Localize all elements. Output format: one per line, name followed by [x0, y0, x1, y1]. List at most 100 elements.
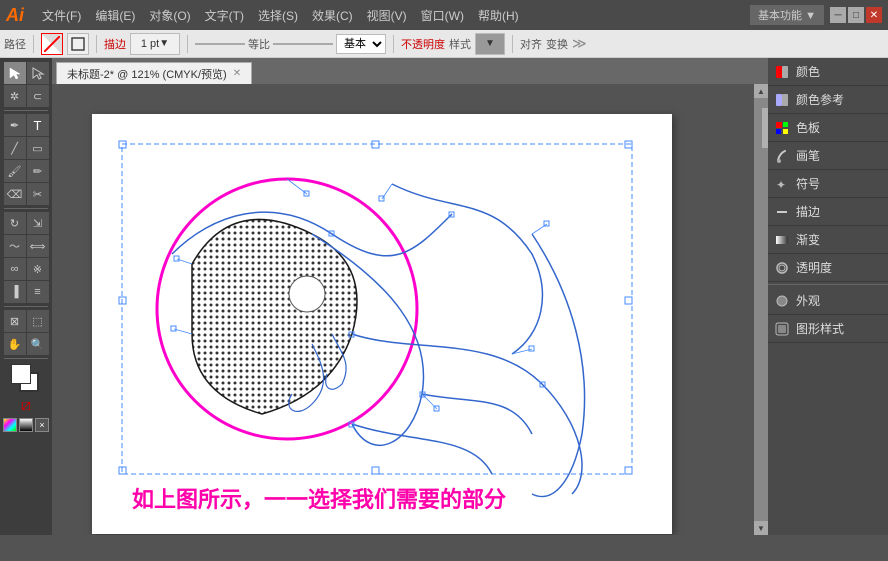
zoom-tool[interactable]: 🔍: [27, 333, 49, 355]
tab-label: 未标题-2* @ 121% (CMYK/预览): [67, 66, 227, 82]
stroke-color-swatch[interactable]: [41, 33, 63, 55]
style-dropdown[interactable]: ▼: [475, 33, 505, 55]
stroke-icon: [774, 204, 790, 220]
menu-effect[interactable]: 效果(C): [306, 5, 359, 26]
select-tool[interactable]: [4, 62, 26, 84]
tool-row-10: ▐ ≡: [4, 281, 49, 303]
opacity-label[interactable]: 不透明度: [401, 36, 445, 52]
hand-tool[interactable]: ✋: [4, 333, 26, 355]
panel-color-ref-label: 颜色参考: [796, 91, 844, 108]
tool-row-1: [4, 62, 49, 84]
none-swatch[interactable]: ⧄: [21, 397, 31, 415]
transform-label: 变换: [546, 36, 568, 52]
panel-appearance[interactable]: 外观: [768, 287, 888, 315]
color-swatch-stack: [11, 364, 41, 394]
color-mode-button[interactable]: [3, 418, 17, 432]
menu-view[interactable]: 视图(V): [361, 5, 413, 26]
gradient-icon: [774, 232, 790, 248]
tool-row-4: ╱ ▭: [4, 137, 49, 159]
toolbar-sep-1: [33, 35, 34, 53]
scroll-up-button[interactable]: ▲: [754, 84, 768, 98]
panel-symbols[interactable]: ✦ 符号: [768, 170, 888, 198]
menu-text[interactable]: 文字(T): [199, 5, 250, 26]
menu-edit[interactable]: 编辑(E): [89, 5, 141, 26]
rect-tool[interactable]: ▭: [27, 137, 49, 159]
bar-chart-tool[interactable]: ≡: [27, 281, 49, 303]
maximize-button[interactable]: □: [848, 7, 864, 23]
shape-button[interactable]: [67, 33, 89, 55]
rotate-tool[interactable]: ↻: [4, 212, 26, 234]
appearance-icon: [774, 293, 790, 309]
tab-close-icon[interactable]: ✕: [233, 68, 241, 79]
workspace-button[interactable]: 基本功能 ▼: [750, 5, 824, 25]
direct-select-tool[interactable]: [27, 62, 49, 84]
fill-swatch[interactable]: [11, 364, 31, 384]
graphic-styles-icon: [774, 321, 790, 337]
blend-tool[interactable]: ∞: [4, 258, 26, 280]
panel-graphic-styles-label: 图形样式: [796, 320, 844, 337]
stroke-line-preview2: [273, 43, 333, 45]
panel-gradient[interactable]: 渐变: [768, 226, 888, 254]
panel-icon-right: ≫: [572, 35, 587, 52]
toolbar: 路径 描边 1 pt ▼ 等比 基本 不透明度 样式 ▼ 对齐 变换 ≫: [0, 30, 888, 58]
scissors-tool[interactable]: ✂: [27, 183, 49, 205]
panel-divider: [768, 284, 888, 285]
window-buttons: ─ □ ✕: [830, 7, 882, 23]
stroke-style-area: 等比 基本: [195, 34, 386, 54]
scale-tool[interactable]: ⇲: [27, 212, 49, 234]
main-layout: ✲ ⊂ ✒ T ╱ ▭ 🖌 ✏ ⌫ ✂ ↻ ⇲ 〜 ⟺ ∞: [0, 58, 888, 535]
warp-tool[interactable]: 〜: [4, 235, 26, 257]
tab-bar: 未标题-2* @ 121% (CMYK/预览) ✕: [52, 58, 768, 84]
panel-transparency[interactable]: 透明度: [768, 254, 888, 282]
stroke-base-select[interactable]: 基本: [336, 34, 386, 54]
menu-file[interactable]: 文件(F): [36, 5, 87, 26]
vertical-scrollbar[interactable]: ▲ ▼: [754, 84, 768, 535]
type-tool[interactable]: T: [27, 114, 49, 136]
tool-row-3: ✒ T: [4, 114, 49, 136]
document-tab[interactable]: 未标题-2* @ 121% (CMYK/预览) ✕: [56, 62, 252, 84]
panel-graphic-styles[interactable]: 图形样式: [768, 315, 888, 343]
line-tool[interactable]: ╱: [4, 137, 26, 159]
canvas-inner: 如上图所示，一一选择我们需要的部分: [52, 84, 768, 535]
panel-color[interactable]: 颜色: [768, 58, 888, 86]
lasso-tool[interactable]: ⊂: [27, 85, 49, 107]
symbol-tool[interactable]: ※: [27, 258, 49, 280]
close-button[interactable]: ✕: [866, 7, 882, 23]
menu-window[interactable]: 窗口(W): [415, 5, 470, 26]
panel-swatches-label: 色板: [796, 119, 820, 136]
pencil-tool[interactable]: ✏: [27, 160, 49, 182]
menu-object[interactable]: 对象(O): [143, 5, 196, 26]
menu-select[interactable]: 选择(S): [252, 5, 304, 26]
color-icon: [774, 64, 790, 80]
panel-color-label: 颜色: [796, 63, 820, 80]
color-ref-icon: [774, 92, 790, 108]
stroke-size-dropdown[interactable]: 1 pt ▼: [130, 33, 180, 55]
artboard-tool[interactable]: ⬚: [27, 310, 49, 332]
slice-tool[interactable]: ⊠: [4, 310, 26, 332]
color-mode-btns: ×: [3, 418, 49, 432]
panel-brushes[interactable]: 画笔: [768, 142, 888, 170]
canvas-scroll[interactable]: 如上图所示，一一选择我们需要的部分 ▲ ▼: [52, 84, 768, 535]
tool-row-6: ⌫ ✂: [4, 183, 49, 205]
stroke-label[interactable]: 描边: [104, 36, 126, 52]
panel-color-ref[interactable]: 颜色参考: [768, 86, 888, 114]
none-mode-button[interactable]: ×: [35, 418, 49, 432]
panel-swatches[interactable]: 色板: [768, 114, 888, 142]
gradient-mode-button[interactable]: [19, 418, 33, 432]
pen-tool[interactable]: ✒: [4, 114, 26, 136]
toolbar-sep-2: [96, 35, 97, 53]
brush-tool[interactable]: 🖌: [4, 160, 26, 182]
scroll-down-button[interactable]: ▼: [754, 521, 768, 535]
panel-stroke[interactable]: 描边: [768, 198, 888, 226]
minimize-button[interactable]: ─: [830, 7, 846, 23]
eraser-tool[interactable]: ⌫: [4, 183, 26, 205]
menu-help[interactable]: 帮助(H): [472, 5, 525, 26]
tool-sep-3: [4, 306, 48, 307]
scroll-thumb[interactable]: [762, 108, 768, 148]
magic-wand-tool[interactable]: ✲: [4, 85, 26, 107]
width-tool[interactable]: ⟺: [27, 235, 49, 257]
panel-appearance-label: 外观: [796, 292, 820, 309]
menu-bar: 文件(F) 编辑(E) 对象(O) 文字(T) 选择(S) 效果(C) 视图(V…: [36, 5, 525, 26]
brushes-icon: [774, 148, 790, 164]
column-chart-tool[interactable]: ▐: [4, 281, 26, 303]
